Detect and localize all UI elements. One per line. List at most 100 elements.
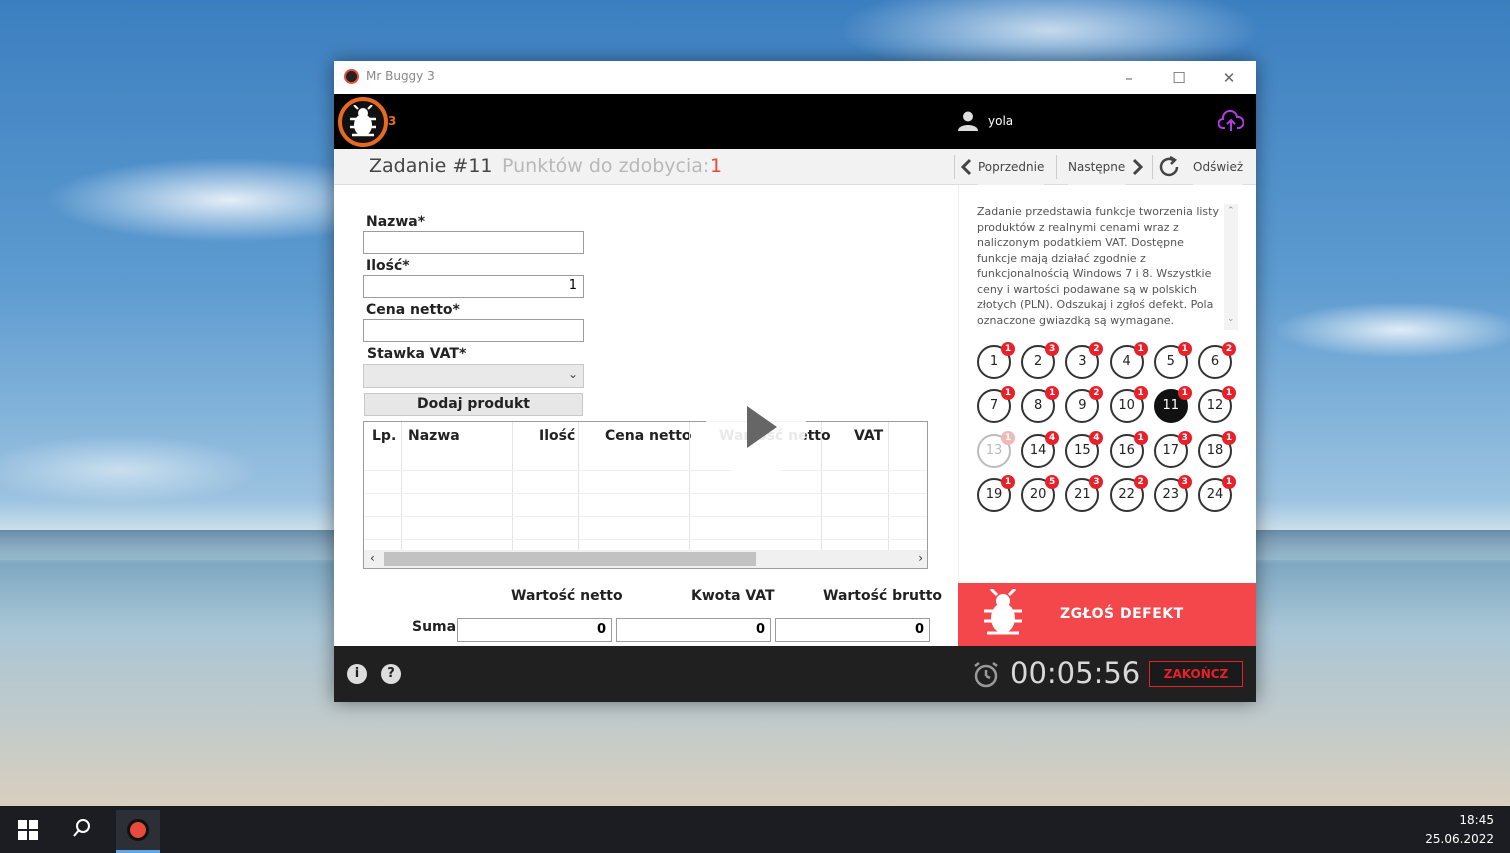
nav-separator bbox=[1056, 155, 1057, 179]
task-14-button[interactable]: 14 4 bbox=[1021, 430, 1060, 468]
info-icon[interactable]: i bbox=[347, 664, 367, 684]
task-23-button[interactable]: 23 3 bbox=[1153, 474, 1192, 512]
previous-button[interactable]: Poprzednie bbox=[978, 149, 1045, 185]
task-defect-count-badge: 1 bbox=[1133, 342, 1148, 356]
row-divider bbox=[364, 516, 927, 517]
task-4-button[interactable]: 41 bbox=[1109, 342, 1148, 379]
column-divider bbox=[512, 422, 513, 550]
task-12-button[interactable]: 12 1 bbox=[1198, 386, 1236, 424]
scroll-right-icon[interactable]: › bbox=[918, 551, 923, 565]
task-8-button[interactable]: 81 bbox=[1021, 386, 1060, 424]
task-number: 15 bbox=[1074, 442, 1091, 458]
column-divider bbox=[401, 422, 402, 550]
scroll-down-icon[interactable]: ⌄ bbox=[1227, 314, 1235, 324]
task-defect-count-badge: 1 bbox=[1045, 386, 1060, 401]
task-16-button[interactable]: 16 1 bbox=[1109, 430, 1148, 468]
total-vat-field: 0 bbox=[616, 618, 771, 642]
task-number: 9 bbox=[1078, 398, 1087, 414]
play-icon bbox=[747, 406, 777, 448]
horizontal-scrollbar[interactable]: ‹ › bbox=[364, 550, 927, 568]
scroll-left-icon[interactable]: ‹ bbox=[370, 551, 375, 565]
task-defect-count-badge: 1 bbox=[1133, 430, 1148, 445]
task-title: Zadanie #11 bbox=[369, 155, 493, 177]
total-gross-field: 0 bbox=[775, 618, 930, 642]
task-defect-count-badge: 5 bbox=[1045, 474, 1060, 489]
task-number: 23 bbox=[1162, 486, 1180, 502]
task-6-button[interactable]: 62 bbox=[1198, 342, 1236, 379]
windows-start-icon[interactable] bbox=[18, 820, 38, 840]
quantity-input[interactable]: 1 bbox=[363, 275, 584, 298]
task-number: 11 bbox=[1162, 398, 1180, 414]
task-18-button[interactable]: 18 1 bbox=[1198, 430, 1236, 468]
report-defect-button[interactable]: ZGŁOŚ DEFEKT bbox=[958, 583, 1256, 646]
task-number: 13 bbox=[985, 442, 1003, 458]
task-defect-count-badge: 1 bbox=[1001, 474, 1015, 489]
scroll-up-icon[interactable]: ⌃ bbox=[1227, 206, 1235, 216]
username[interactable]: yola bbox=[988, 114, 1013, 128]
task-description: Zadanie przedstawia funkcje tworzenia li… bbox=[977, 205, 1219, 327]
total-net-field: 0 bbox=[457, 618, 612, 642]
task-bar: Zadanie #11 Punktów do zdobycia: 1 Poprz… bbox=[334, 149, 1256, 185]
timer: 00:05:56 bbox=[1010, 656, 1141, 690]
scrollbar-thumb[interactable] bbox=[384, 552, 756, 566]
taskbar-app-mr-buggy[interactable] bbox=[116, 810, 160, 853]
description-scrollbar[interactable]: ⌃ ⌄ bbox=[1224, 204, 1238, 330]
task-13-button[interactable]: 13 1 bbox=[977, 430, 1015, 468]
logo-version: 3 bbox=[388, 114, 397, 128]
task-defect-count-badge: 1 bbox=[1222, 386, 1236, 401]
add-product-button[interactable]: Dodaj produkt bbox=[364, 393, 583, 416]
points-label: Punktów do zdobycia: bbox=[502, 155, 710, 177]
column-header-lp[interactable]: Lp. bbox=[372, 428, 396, 444]
search-icon[interactable] bbox=[72, 818, 92, 838]
task-defect-count-badge: 1 bbox=[1001, 342, 1015, 356]
chevron-right-icon bbox=[1132, 158, 1144, 176]
help-icon[interactable]: ? bbox=[381, 664, 401, 684]
task-7-button[interactable]: 71 bbox=[977, 386, 1015, 424]
task-number: 16 bbox=[1118, 442, 1135, 458]
task-5-button[interactable]: 51 bbox=[1153, 342, 1192, 379]
task-22-button[interactable]: 22 2 bbox=[1109, 474, 1148, 512]
task-10-button[interactable]: 10 1 bbox=[1109, 386, 1148, 424]
task-17-button[interactable]: 17 3 bbox=[1153, 430, 1192, 468]
column-header-quantity[interactable]: Ilość bbox=[539, 428, 575, 444]
task-9-button[interactable]: 92 bbox=[1065, 386, 1104, 424]
column-header-name[interactable]: Nazwa bbox=[408, 428, 460, 444]
total-vat-label: Kwota VAT bbox=[691, 588, 775, 604]
vat-rate-select[interactable]: ⌄ bbox=[363, 364, 584, 388]
maximize-button[interactable]: ☐ bbox=[1156, 65, 1202, 91]
task-15-button[interactable]: 15 4 bbox=[1065, 430, 1104, 468]
net-price-label: Cena netto* bbox=[366, 302, 460, 318]
refresh-icon[interactable] bbox=[1158, 156, 1182, 178]
task-panel: Zadanie przedstawia funkcje tworzenia li… bbox=[958, 185, 1256, 583]
task-24-button[interactable]: 24 1 bbox=[1198, 474, 1236, 512]
task-21-button[interactable]: 21 3 bbox=[1065, 474, 1104, 512]
task-number: 20 bbox=[1029, 486, 1047, 502]
task-defect-count-badge: 1 bbox=[1001, 430, 1015, 445]
task-defect-count-badge: 1 bbox=[1222, 430, 1236, 445]
column-header-vat[interactable]: VAT bbox=[854, 428, 883, 444]
name-input[interactable] bbox=[363, 231, 584, 254]
task-number: 1 bbox=[989, 354, 999, 369]
cloud-upload-icon[interactable] bbox=[1218, 108, 1244, 134]
task-number: 6 bbox=[1210, 354, 1220, 369]
task-11-button[interactable]: 11 1 bbox=[1153, 386, 1192, 424]
products-table[interactable]: Lp. Nazwa Ilość Cena netto Wartość netto… bbox=[363, 421, 928, 569]
column-header-net-price[interactable]: Cena netto bbox=[605, 428, 692, 444]
system-clock[interactable]: 18:45 25.06.2022 bbox=[1425, 811, 1494, 849]
task-2-button[interactable]: 23 bbox=[1021, 342, 1060, 379]
finish-button[interactable]: ZAKOŃCZ bbox=[1149, 661, 1243, 687]
next-button[interactable]: Następne bbox=[1068, 149, 1126, 185]
task-3-button[interactable]: 32 bbox=[1065, 342, 1104, 379]
close-button[interactable]: ✕ bbox=[1206, 65, 1252, 91]
task-1-button[interactable]: 11 bbox=[977, 342, 1015, 379]
task-number: 3 bbox=[1078, 354, 1087, 369]
refresh-button[interactable]: Odśwież bbox=[1193, 149, 1244, 185]
row-divider bbox=[364, 493, 927, 494]
minimize-button[interactable]: – bbox=[1106, 65, 1152, 91]
net-price-input[interactable] bbox=[363, 319, 584, 342]
task-19-button[interactable]: 19 1 bbox=[977, 474, 1015, 512]
points-value: 1 bbox=[710, 155, 723, 177]
video-play-button[interactable] bbox=[706, 377, 806, 477]
task-number: 5 bbox=[1166, 354, 1175, 369]
task-20-button[interactable]: 20 5 bbox=[1021, 474, 1060, 512]
